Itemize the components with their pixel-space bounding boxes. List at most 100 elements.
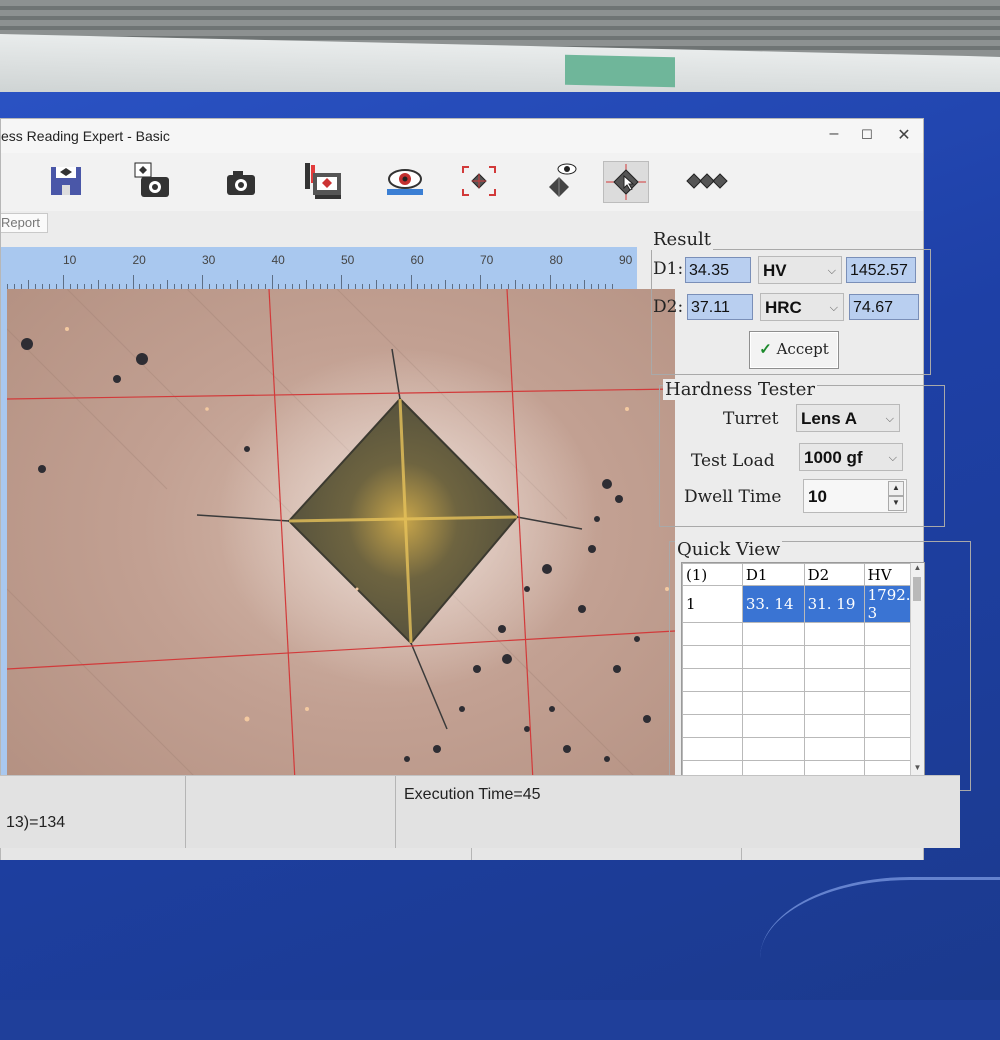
- ruler-tick: [411, 275, 412, 289]
- status-left-text: 13)=134: [6, 814, 65, 832]
- d2-label: D2:: [653, 297, 683, 317]
- table-scrollbar[interactable]: ▲ ▼: [910, 563, 924, 775]
- hardness1-value-field[interactable]: 1452.57: [846, 257, 916, 283]
- ruler-label: 20: [133, 253, 146, 267]
- chevron-down-icon: ⌵: [828, 257, 836, 285]
- turret-value: Lens A: [801, 409, 857, 428]
- view-icon[interactable]: [383, 161, 427, 201]
- ruler-tick: [28, 280, 29, 289]
- scale2-value: HRC: [765, 298, 802, 317]
- monitor-tape: [565, 55, 675, 87]
- ruler-label: 40: [272, 253, 285, 267]
- table-header-row: (1) D1 D2 HV: [683, 564, 924, 586]
- turret-select[interactable]: Lens A ⌵: [796, 404, 900, 432]
- test-load-value: 1000 gf: [804, 448, 863, 467]
- scroll-thumb[interactable]: [913, 577, 921, 601]
- turret-label: Turret: [723, 409, 778, 429]
- table-row[interactable]: [683, 692, 924, 715]
- ruler-label: 60: [411, 253, 424, 267]
- table-row[interactable]: 1 33. 14 31. 19 1792. 3: [683, 586, 924, 623]
- ruler-tick: [515, 280, 516, 289]
- table-row[interactable]: [683, 761, 924, 777]
- d2-value-field[interactable]: 37.11: [687, 294, 753, 320]
- capture-settings-icon[interactable]: [131, 161, 175, 201]
- ruler-tick: [306, 280, 307, 289]
- save-icon[interactable]: [45, 161, 89, 201]
- row-index: 1: [683, 586, 743, 623]
- ruler-tick: [445, 280, 446, 289]
- close-button[interactable]: ✕: [893, 125, 915, 145]
- dwell-time-label: Dwell Time: [684, 487, 781, 507]
- ruler-tick: [272, 275, 273, 289]
- chevron-down-icon: ⌵: [886, 405, 894, 433]
- ruler-tick: [480, 275, 481, 289]
- ruler-label: 90: [619, 253, 632, 267]
- row-d1: 33. 14: [742, 586, 804, 623]
- status-separator: [185, 776, 186, 848]
- accept-button[interactable]: ✓ Accept: [749, 331, 839, 369]
- horizontal-ruler: 10 20 30 40 50 60 70 80 90: [1, 247, 637, 290]
- d1-label: D1:: [653, 259, 683, 279]
- dwell-time-value: 10: [808, 487, 827, 506]
- execution-time: Execution Time=45: [404, 786, 541, 804]
- test-load-label: Test Load: [691, 451, 775, 471]
- ruler-label: 80: [550, 253, 563, 267]
- ruler-label: 50: [341, 253, 354, 267]
- ruler-tick: [167, 280, 168, 289]
- maximize-button[interactable]: ☐: [856, 127, 878, 143]
- ruler-tick: [584, 280, 585, 289]
- title-bar: ess Reading Expert - Basic – ☐ ✕: [1, 119, 923, 153]
- spin-up-icon[interactable]: ▲: [888, 481, 904, 496]
- chevron-down-icon: ⌵: [889, 444, 897, 472]
- camera-icon[interactable]: [219, 161, 263, 201]
- ruler-tick: [341, 275, 342, 289]
- hardness2-value-field[interactable]: 74.67: [849, 294, 919, 320]
- check-icon: ✓: [759, 340, 772, 358]
- status-bar: Execution Time=45 13)=134: [0, 775, 960, 848]
- table-row[interactable]: [683, 623, 924, 646]
- table-row[interactable]: [683, 738, 924, 761]
- accept-label: Accept: [777, 340, 829, 358]
- ruler-tick: [133, 275, 134, 289]
- status-separator: [395, 776, 396, 848]
- auto-measure-icon[interactable]: [457, 161, 501, 201]
- scroll-down-icon[interactable]: ▼: [911, 763, 924, 775]
- ruler-tick: [202, 275, 203, 289]
- toolbar: [1, 153, 923, 212]
- table-row[interactable]: [683, 715, 924, 738]
- window-title: ess Reading Expert - Basic: [1, 128, 170, 144]
- table-row[interactable]: [683, 646, 924, 669]
- microscope-image[interactable]: [7, 289, 675, 819]
- scale1-select[interactable]: HV ⌵: [758, 256, 842, 284]
- d1-value-field[interactable]: 34.35: [685, 257, 751, 283]
- spin-down-icon[interactable]: ▼: [888, 496, 904, 511]
- chevron-down-icon: ⌵: [830, 294, 838, 322]
- app-window: ess Reading Expert - Basic – ☐ ✕: [0, 118, 924, 860]
- ruler-label: 30: [202, 253, 215, 267]
- ruler-tick: [550, 275, 551, 289]
- indent-view-icon[interactable]: [541, 161, 585, 201]
- scale1-value: HV: [763, 261, 787, 280]
- ruler-tick: [98, 280, 99, 289]
- scale2-select[interactable]: HRC ⌵: [760, 293, 844, 321]
- manual-measure-icon[interactable]: [603, 161, 649, 203]
- hardness-tester-title: Hardness Tester: [663, 379, 817, 400]
- tester-control-icon[interactable]: [301, 161, 345, 201]
- test-load-select[interactable]: 1000 gf ⌵: [799, 443, 903, 471]
- ruler-tick: [63, 275, 64, 289]
- minimize-button[interactable]: –: [823, 125, 845, 143]
- ruler-label: 70: [480, 253, 493, 267]
- header-index: (1): [683, 564, 743, 586]
- scroll-up-icon[interactable]: ▲: [911, 563, 924, 575]
- quick-view-table[interactable]: (1) D1 D2 HV 1 33. 14 31. 19 1792. 3 ▲ ▼: [681, 562, 925, 776]
- ruler-tick: [376, 280, 377, 289]
- multi-indent-icon[interactable]: [685, 161, 729, 201]
- tab-row: Report: [1, 211, 923, 233]
- ruler-tick: [237, 280, 238, 289]
- tab-report[interactable]: Report: [1, 213, 48, 233]
- result-title: Result: [651, 229, 713, 250]
- ruler-label: 10: [63, 253, 76, 267]
- header-d2: D2: [804, 564, 864, 586]
- header-d1: D1: [742, 564, 804, 586]
- table-row[interactable]: [683, 669, 924, 692]
